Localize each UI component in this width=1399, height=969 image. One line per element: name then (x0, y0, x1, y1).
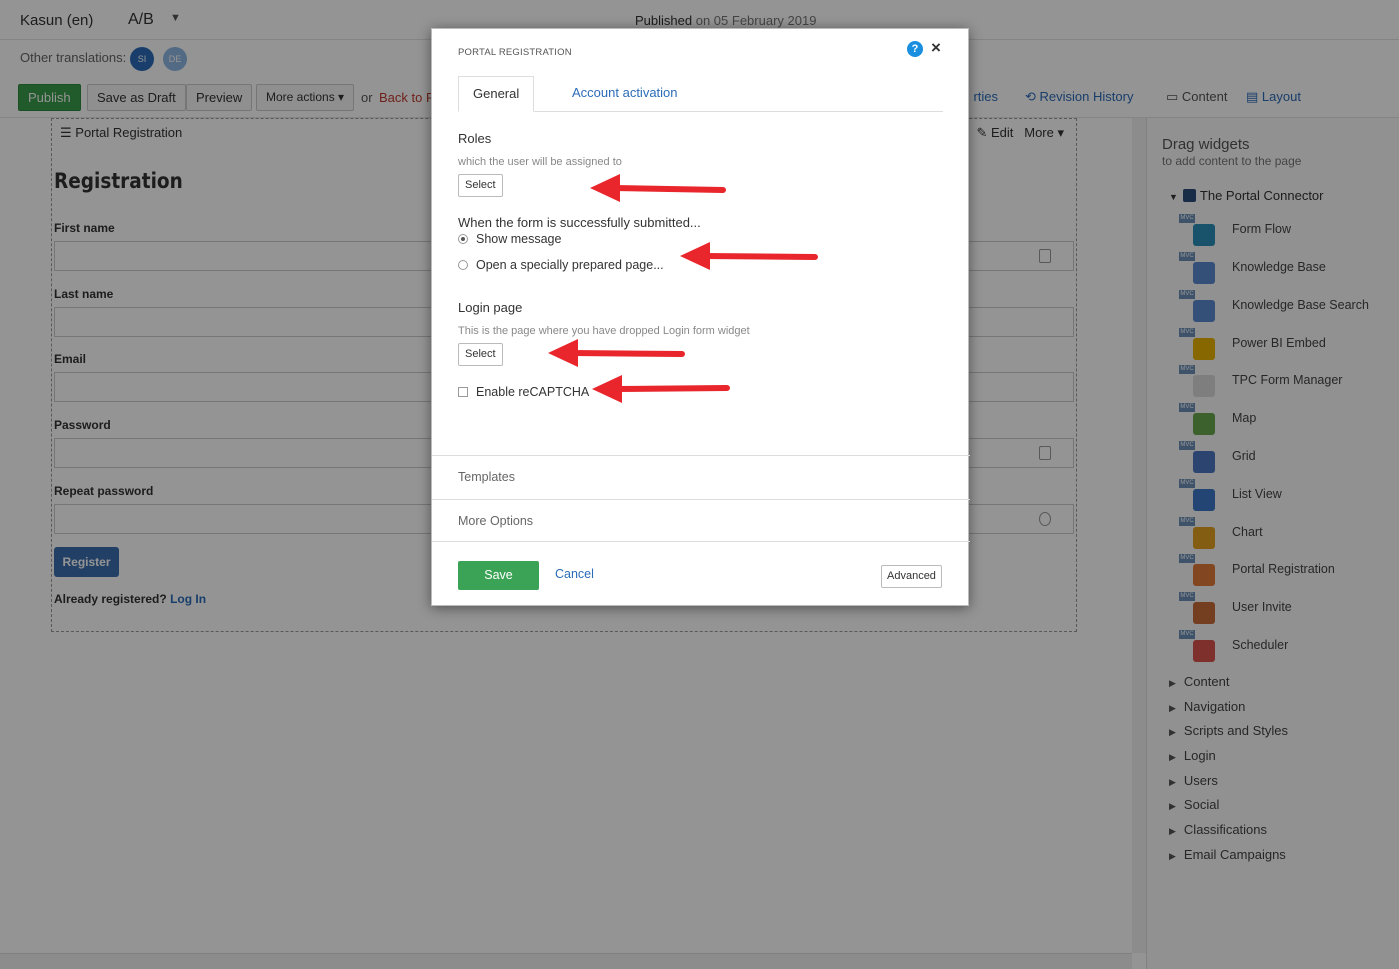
roles-select-button[interactable]: Select (458, 174, 503, 197)
recaptcha-label: Enable reCAPTCHA (476, 385, 590, 399)
radio-unchecked-icon (458, 260, 468, 270)
more-options-section[interactable]: More Options (432, 499, 970, 543)
submit-heading: When the form is successfully submitted.… (458, 215, 701, 230)
dialog-tabs: General Account activation (458, 76, 943, 112)
radio-show-message[interactable]: Show message (458, 232, 561, 246)
recaptcha-checkbox[interactable]: Enable reCAPTCHA (458, 385, 589, 399)
login-page-subtitle: This is the page where you have dropped … (458, 325, 750, 337)
footer-divider (432, 541, 970, 542)
save-button[interactable]: Save (458, 561, 539, 590)
roles-heading: Roles (458, 131, 492, 146)
cancel-link[interactable]: Cancel (555, 567, 594, 581)
radio-checked-icon (458, 234, 468, 244)
advanced-button[interactable]: Advanced (881, 565, 942, 588)
tab-account-activation[interactable]: Account activation (558, 76, 692, 112)
dialog-title: PORTAL REGISTRATION (458, 47, 572, 58)
radio-show-label: Show message (476, 232, 562, 246)
checkbox-icon (458, 387, 468, 397)
templates-label: Templates (458, 470, 515, 484)
login-page-heading: Login page (458, 300, 523, 315)
help-icon[interactable]: ? (907, 41, 923, 57)
portal-registration-dialog: PORTAL REGISTRATION ? × General Account … (431, 28, 970, 606)
tab-general[interactable]: General (458, 76, 535, 112)
more-options-label: More Options (458, 514, 534, 528)
close-icon[interactable]: × (931, 38, 941, 58)
roles-subtitle: which the user will be assigned to (458, 156, 622, 168)
radio-open-page[interactable]: Open a specially prepared page... (458, 258, 664, 272)
radio-open-label: Open a specially prepared page... (476, 258, 664, 272)
templates-section[interactable]: Templates (432, 455, 970, 499)
login-page-select-button[interactable]: Select (458, 343, 503, 366)
